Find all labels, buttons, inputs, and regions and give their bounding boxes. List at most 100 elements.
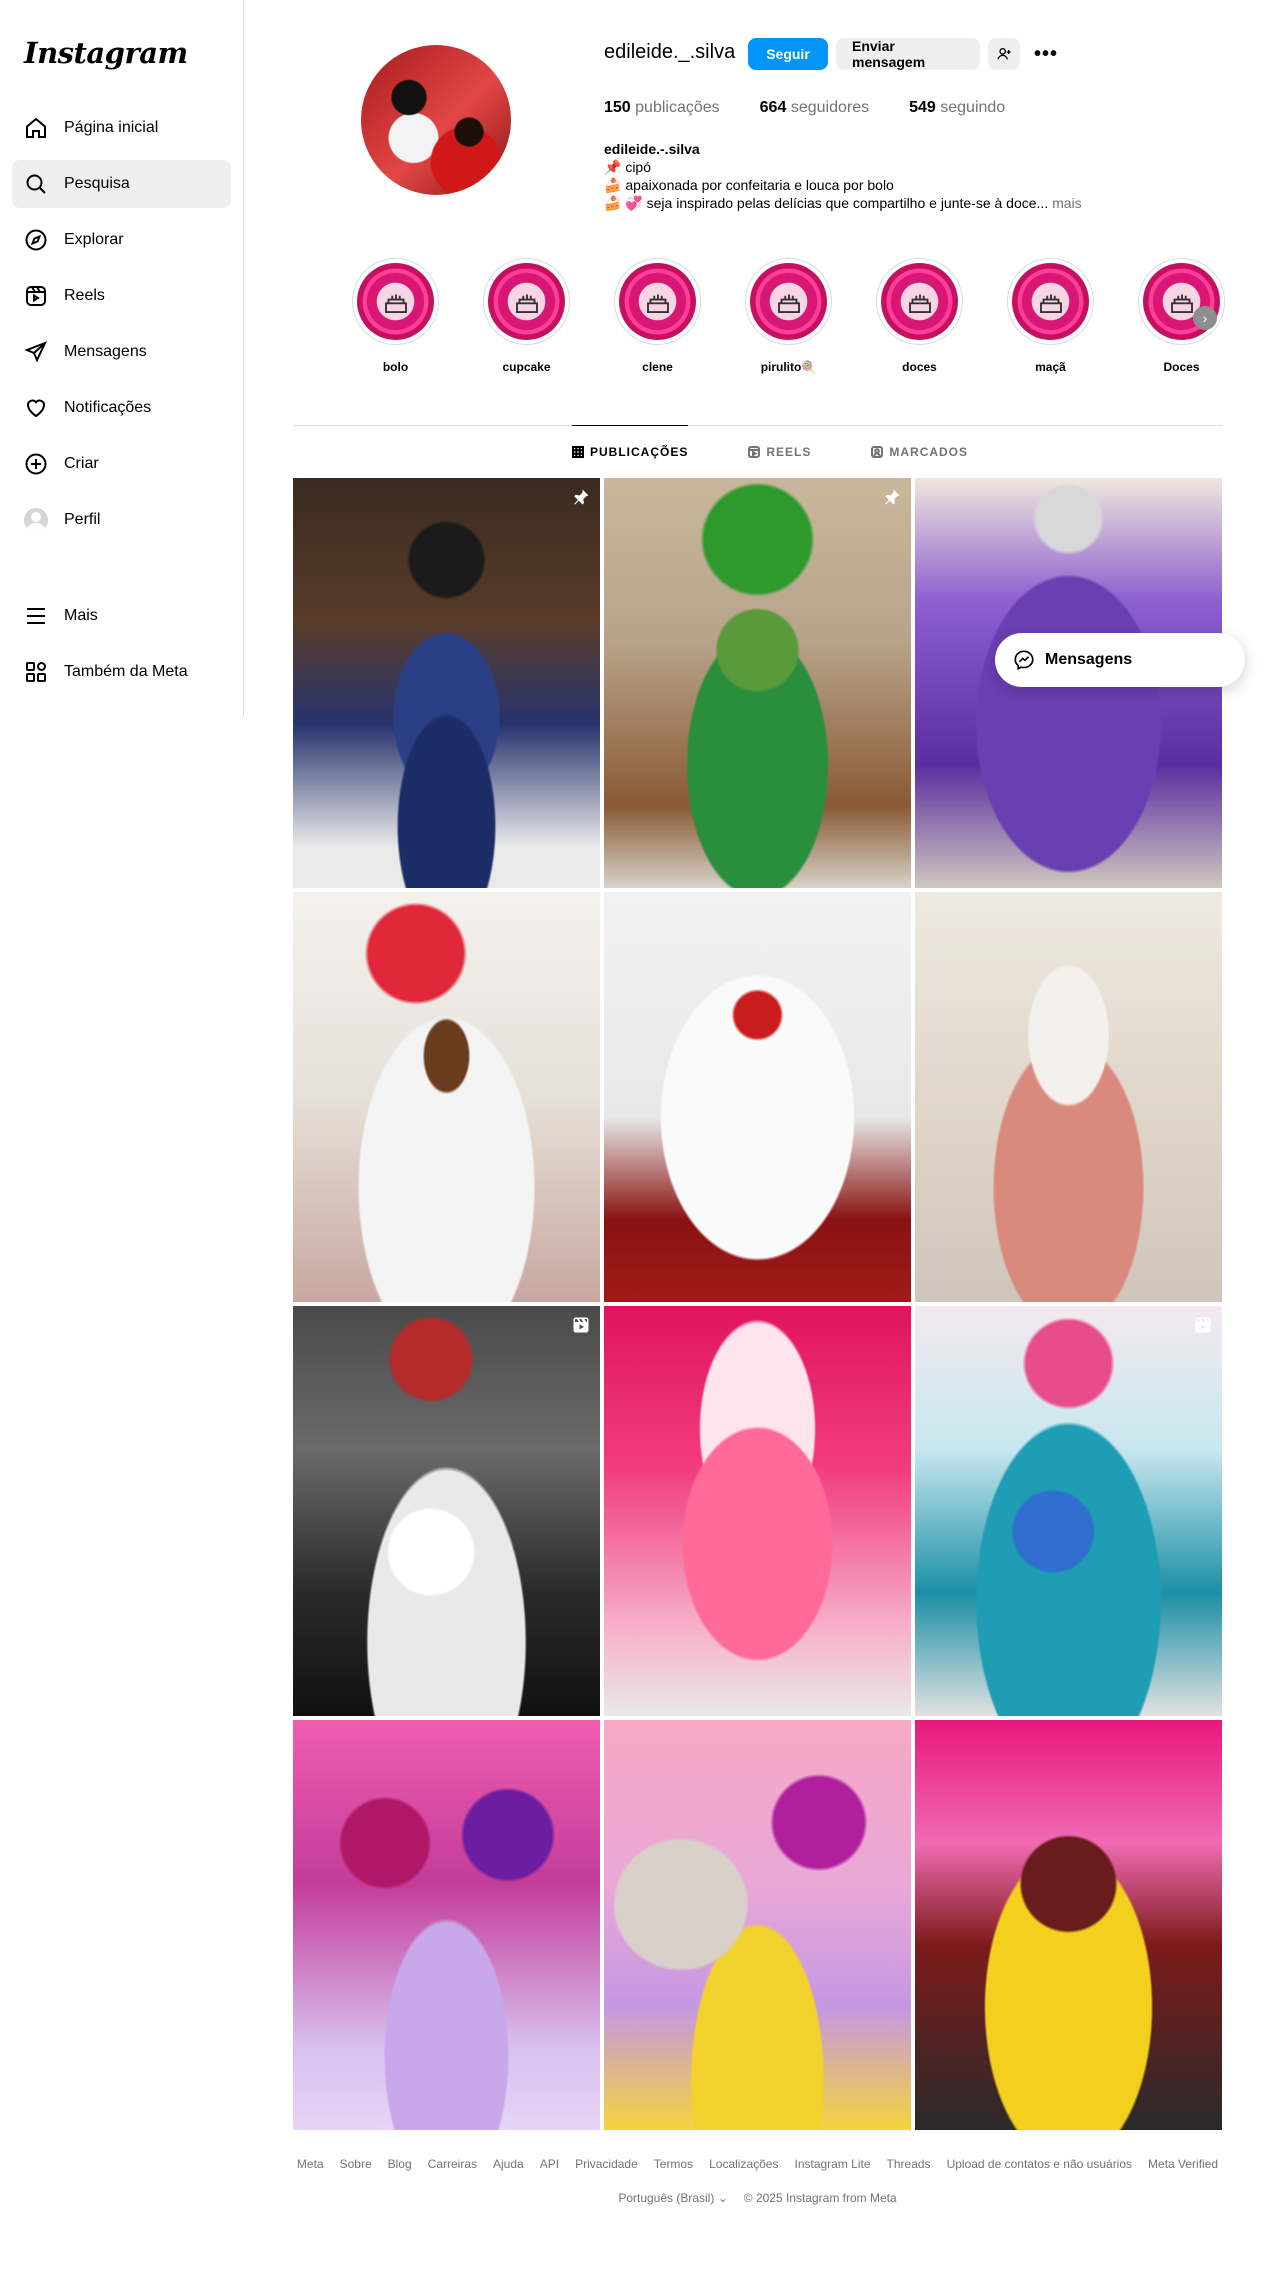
sidebar-item-explore[interactable]: Explorar (12, 216, 231, 264)
highlight-item[interactable]: clene (592, 258, 723, 374)
language-selector[interactable]: Português (Brasil) ⌄ (618, 2191, 727, 2205)
follow-button[interactable]: Seguir (748, 38, 828, 70)
bio-name: edileide.-.silva (604, 141, 700, 157)
post-thumbnail[interactable] (604, 478, 911, 888)
highlight-item[interactable]: doces (854, 258, 985, 374)
tab-posts[interactable]: PUBLICAÇÕES (572, 425, 689, 477)
sidebar-item-messages[interactable]: Mensagens (12, 328, 231, 376)
pin-icon (883, 488, 901, 506)
cake-icon (777, 294, 800, 313)
highlight-label: Doces (1163, 360, 1200, 374)
home-icon (24, 116, 48, 140)
footer-link[interactable]: Instagram Lite (794, 2157, 870, 2171)
tab-tagged[interactable]: MARCADOS (871, 425, 968, 477)
posts-count: 150 publicações (604, 99, 720, 116)
following-count[interactable]: 549 seguindo (909, 99, 1005, 117)
post-thumbnail[interactable] (293, 1306, 600, 1716)
sidebar-item-label: Mais (64, 607, 98, 624)
highlight-label: clene (642, 360, 673, 374)
cake-icon (384, 294, 407, 313)
instagram-logo[interactable]: Instagram (24, 36, 231, 70)
bio-line: 🍰 💞 seja inspirado pelas delícias que co… (604, 195, 1082, 211)
sidebar-item-label: Perfil (64, 511, 101, 528)
compass-icon (24, 228, 48, 252)
footer-links: Meta Sobre Blog Carreiras Ajuda API Priv… (293, 2157, 1222, 2171)
meta-apps-icon (24, 660, 48, 684)
sidebar-item-label: Notificações (64, 399, 152, 416)
copyright: © 2025 Instagram from Meta (743, 2191, 897, 2205)
bio-more-link[interactable]: mais (1052, 195, 1082, 211)
cake-icon (908, 294, 931, 313)
sidebar-item-home[interactable]: Página inicial (12, 104, 231, 152)
highlight-label: doces (902, 360, 937, 374)
highlight-item[interactable]: maçã (985, 258, 1116, 374)
highlight-label: maçã (1035, 360, 1066, 374)
suggest-user-button[interactable] (988, 38, 1020, 70)
ellipsis-icon: ••• (1033, 42, 1058, 65)
sidebar-item-search[interactable]: Pesquisa (12, 160, 231, 208)
sidebar-item-label: Mensagens (64, 343, 147, 360)
highlights-next-button[interactable]: › (1193, 306, 1217, 330)
reels-icon (24, 284, 48, 308)
plus-square-icon (24, 452, 48, 476)
sidebar-item-label: Criar (64, 455, 99, 472)
highlight-item[interactable]: bolo (330, 258, 461, 374)
followers-count[interactable]: 664 seguidores (760, 99, 869, 117)
messages-floating-button[interactable]: Mensagens (995, 633, 1245, 687)
post-thumbnail[interactable] (915, 1306, 1222, 1716)
grid-icon (572, 445, 584, 458)
footer-link[interactable]: Upload de contatos e não usuários (947, 2157, 1132, 2171)
footer-link[interactable]: Blog (388, 2157, 412, 2171)
reels-icon (748, 445, 761, 458)
footer-link[interactable]: Privacidade (575, 2157, 638, 2171)
chevron-down-icon: ⌄ (717, 2191, 728, 2205)
footer-link[interactable]: Localizações (709, 2157, 778, 2171)
posts-grid (293, 478, 1222, 2130)
sidebar: Instagram Página inicial Pesquisa Explor… (0, 0, 244, 716)
footer-link[interactable]: Carreiras (428, 2157, 477, 2171)
footer-link[interactable]: Termos (654, 2157, 693, 2171)
paper-plane-icon (24, 340, 48, 364)
footer-link[interactable]: Meta Verified (1148, 2157, 1218, 2171)
sidebar-item-also-from-meta[interactable]: Também da Meta (12, 648, 231, 696)
sidebar-item-profile[interactable]: Perfil (12, 496, 231, 544)
search-icon (24, 172, 48, 196)
highlight-item[interactable]: pirulito🍭 (723, 258, 854, 374)
footer-link[interactable]: Threads (887, 2157, 931, 2171)
post-thumbnail[interactable] (604, 1720, 911, 2130)
cake-icon (646, 294, 669, 313)
profile-picture[interactable] (361, 45, 511, 195)
footer-link[interactable]: API (540, 2157, 559, 2171)
highlight-item[interactable]: Doces (1116, 258, 1247, 374)
footer-link[interactable]: Ajuda (493, 2157, 524, 2171)
more-options-button[interactable]: ••• (1030, 38, 1062, 70)
highlight-label: pirulito🍭 (760, 360, 817, 374)
bio-line: 📌 cipó (604, 159, 652, 175)
footer-link[interactable]: Sobre (340, 2157, 372, 2171)
post-thumbnail[interactable] (293, 1720, 600, 2130)
chevron-right-icon: › (1202, 310, 1208, 326)
post-thumbnail[interactable] (604, 1306, 911, 1716)
sidebar-item-reels[interactable]: Reels (12, 272, 231, 320)
send-message-button[interactable]: Enviar mensagem (836, 38, 980, 70)
heart-icon (24, 396, 48, 420)
tagged-icon (871, 445, 884, 458)
footer-link[interactable]: Meta (297, 2157, 324, 2171)
highlight-item[interactable]: cupcake (461, 258, 592, 374)
profile-tabs: PUBLICAÇÕES REELS MARCADOS (572, 425, 968, 477)
post-thumbnail[interactable] (915, 1720, 1222, 2130)
sidebar-item-label: Também da Meta (64, 663, 188, 680)
post-thumbnail[interactable] (915, 892, 1222, 1302)
pin-icon (572, 488, 590, 506)
sidebar-item-notifications[interactable]: Notificações (12, 384, 231, 432)
sidebar-item-more[interactable]: Mais (12, 592, 231, 640)
post-thumbnail[interactable] (293, 478, 600, 888)
profile-stats: 150 publicações 664 seguidores 549 segui… (604, 99, 1005, 117)
post-thumbnail[interactable] (604, 892, 911, 1302)
cake-icon (1039, 294, 1062, 313)
sidebar-item-label: Página inicial (64, 119, 159, 136)
story-highlights: bolo cupcake clene pirulito🍭 doces maçã … (330, 258, 1247, 374)
post-thumbnail[interactable] (293, 892, 600, 1302)
tab-reels[interactable]: REELS (748, 425, 811, 477)
sidebar-item-create[interactable]: Criar (12, 440, 231, 488)
